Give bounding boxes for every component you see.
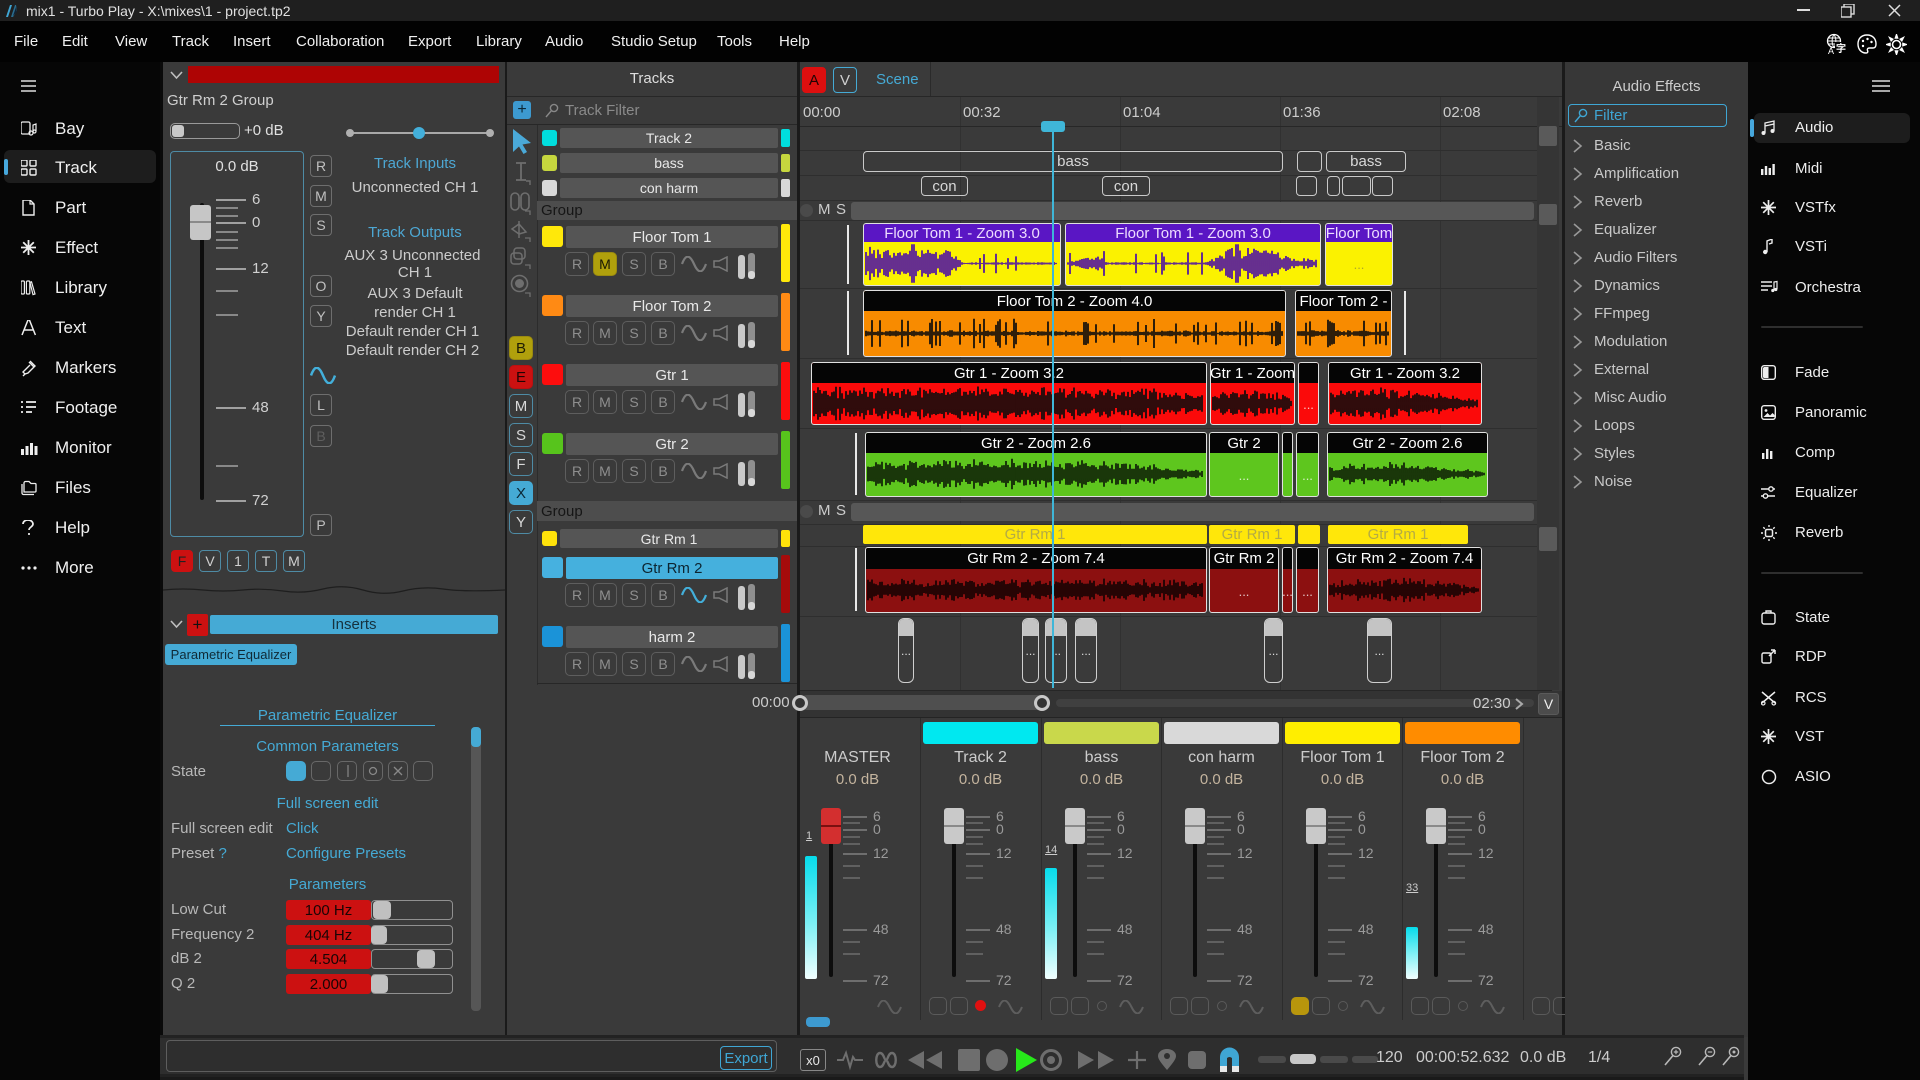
svg-text:A: A	[1828, 46, 1834, 54]
svg-text:字: 字	[1836, 42, 1846, 54]
